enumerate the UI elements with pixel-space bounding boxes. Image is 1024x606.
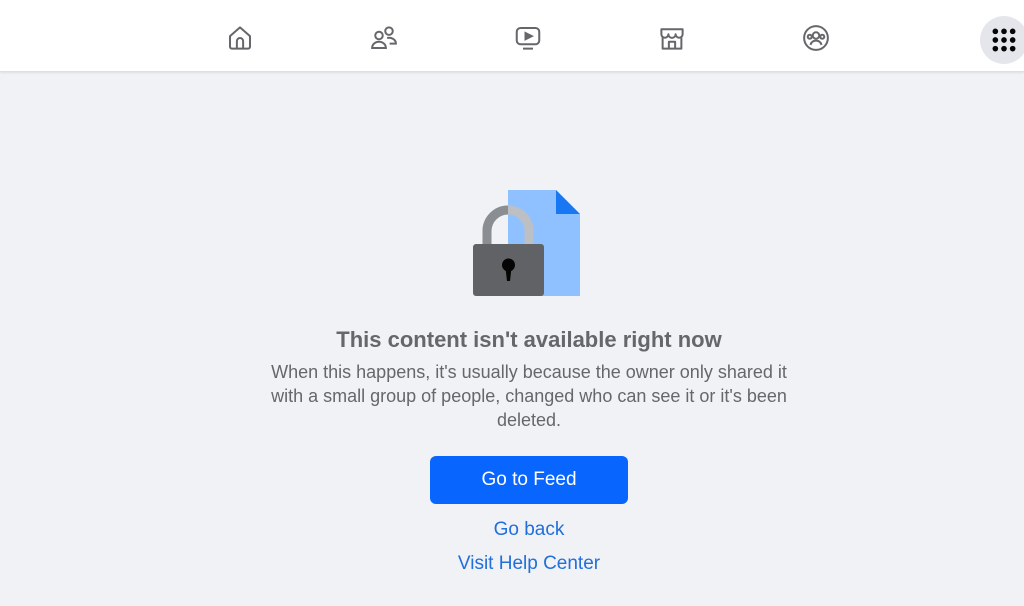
video-icon[interactable]	[510, 20, 546, 56]
error-description: When this happens, it's usually because …	[271, 362, 787, 430]
menu-grid-button[interactable]	[980, 16, 1024, 64]
help-center-link[interactable]: Visit Help Center	[0, 553, 1024, 575]
go-back-link[interactable]: Go back	[0, 519, 1024, 541]
locked-content-icon	[470, 186, 586, 300]
menu-grid-icon	[992, 28, 1016, 52]
groups-icon[interactable]	[798, 20, 834, 56]
marketplace-icon[interactable]	[654, 20, 690, 56]
go-to-feed-button[interactable]: Go to Feed	[430, 456, 628, 504]
friends-icon[interactable]	[366, 20, 402, 56]
home-icon[interactable]	[222, 20, 258, 56]
page-title: This content isn't available right now	[336, 327, 722, 352]
top-navigation-bar	[0, 4, 1024, 72]
